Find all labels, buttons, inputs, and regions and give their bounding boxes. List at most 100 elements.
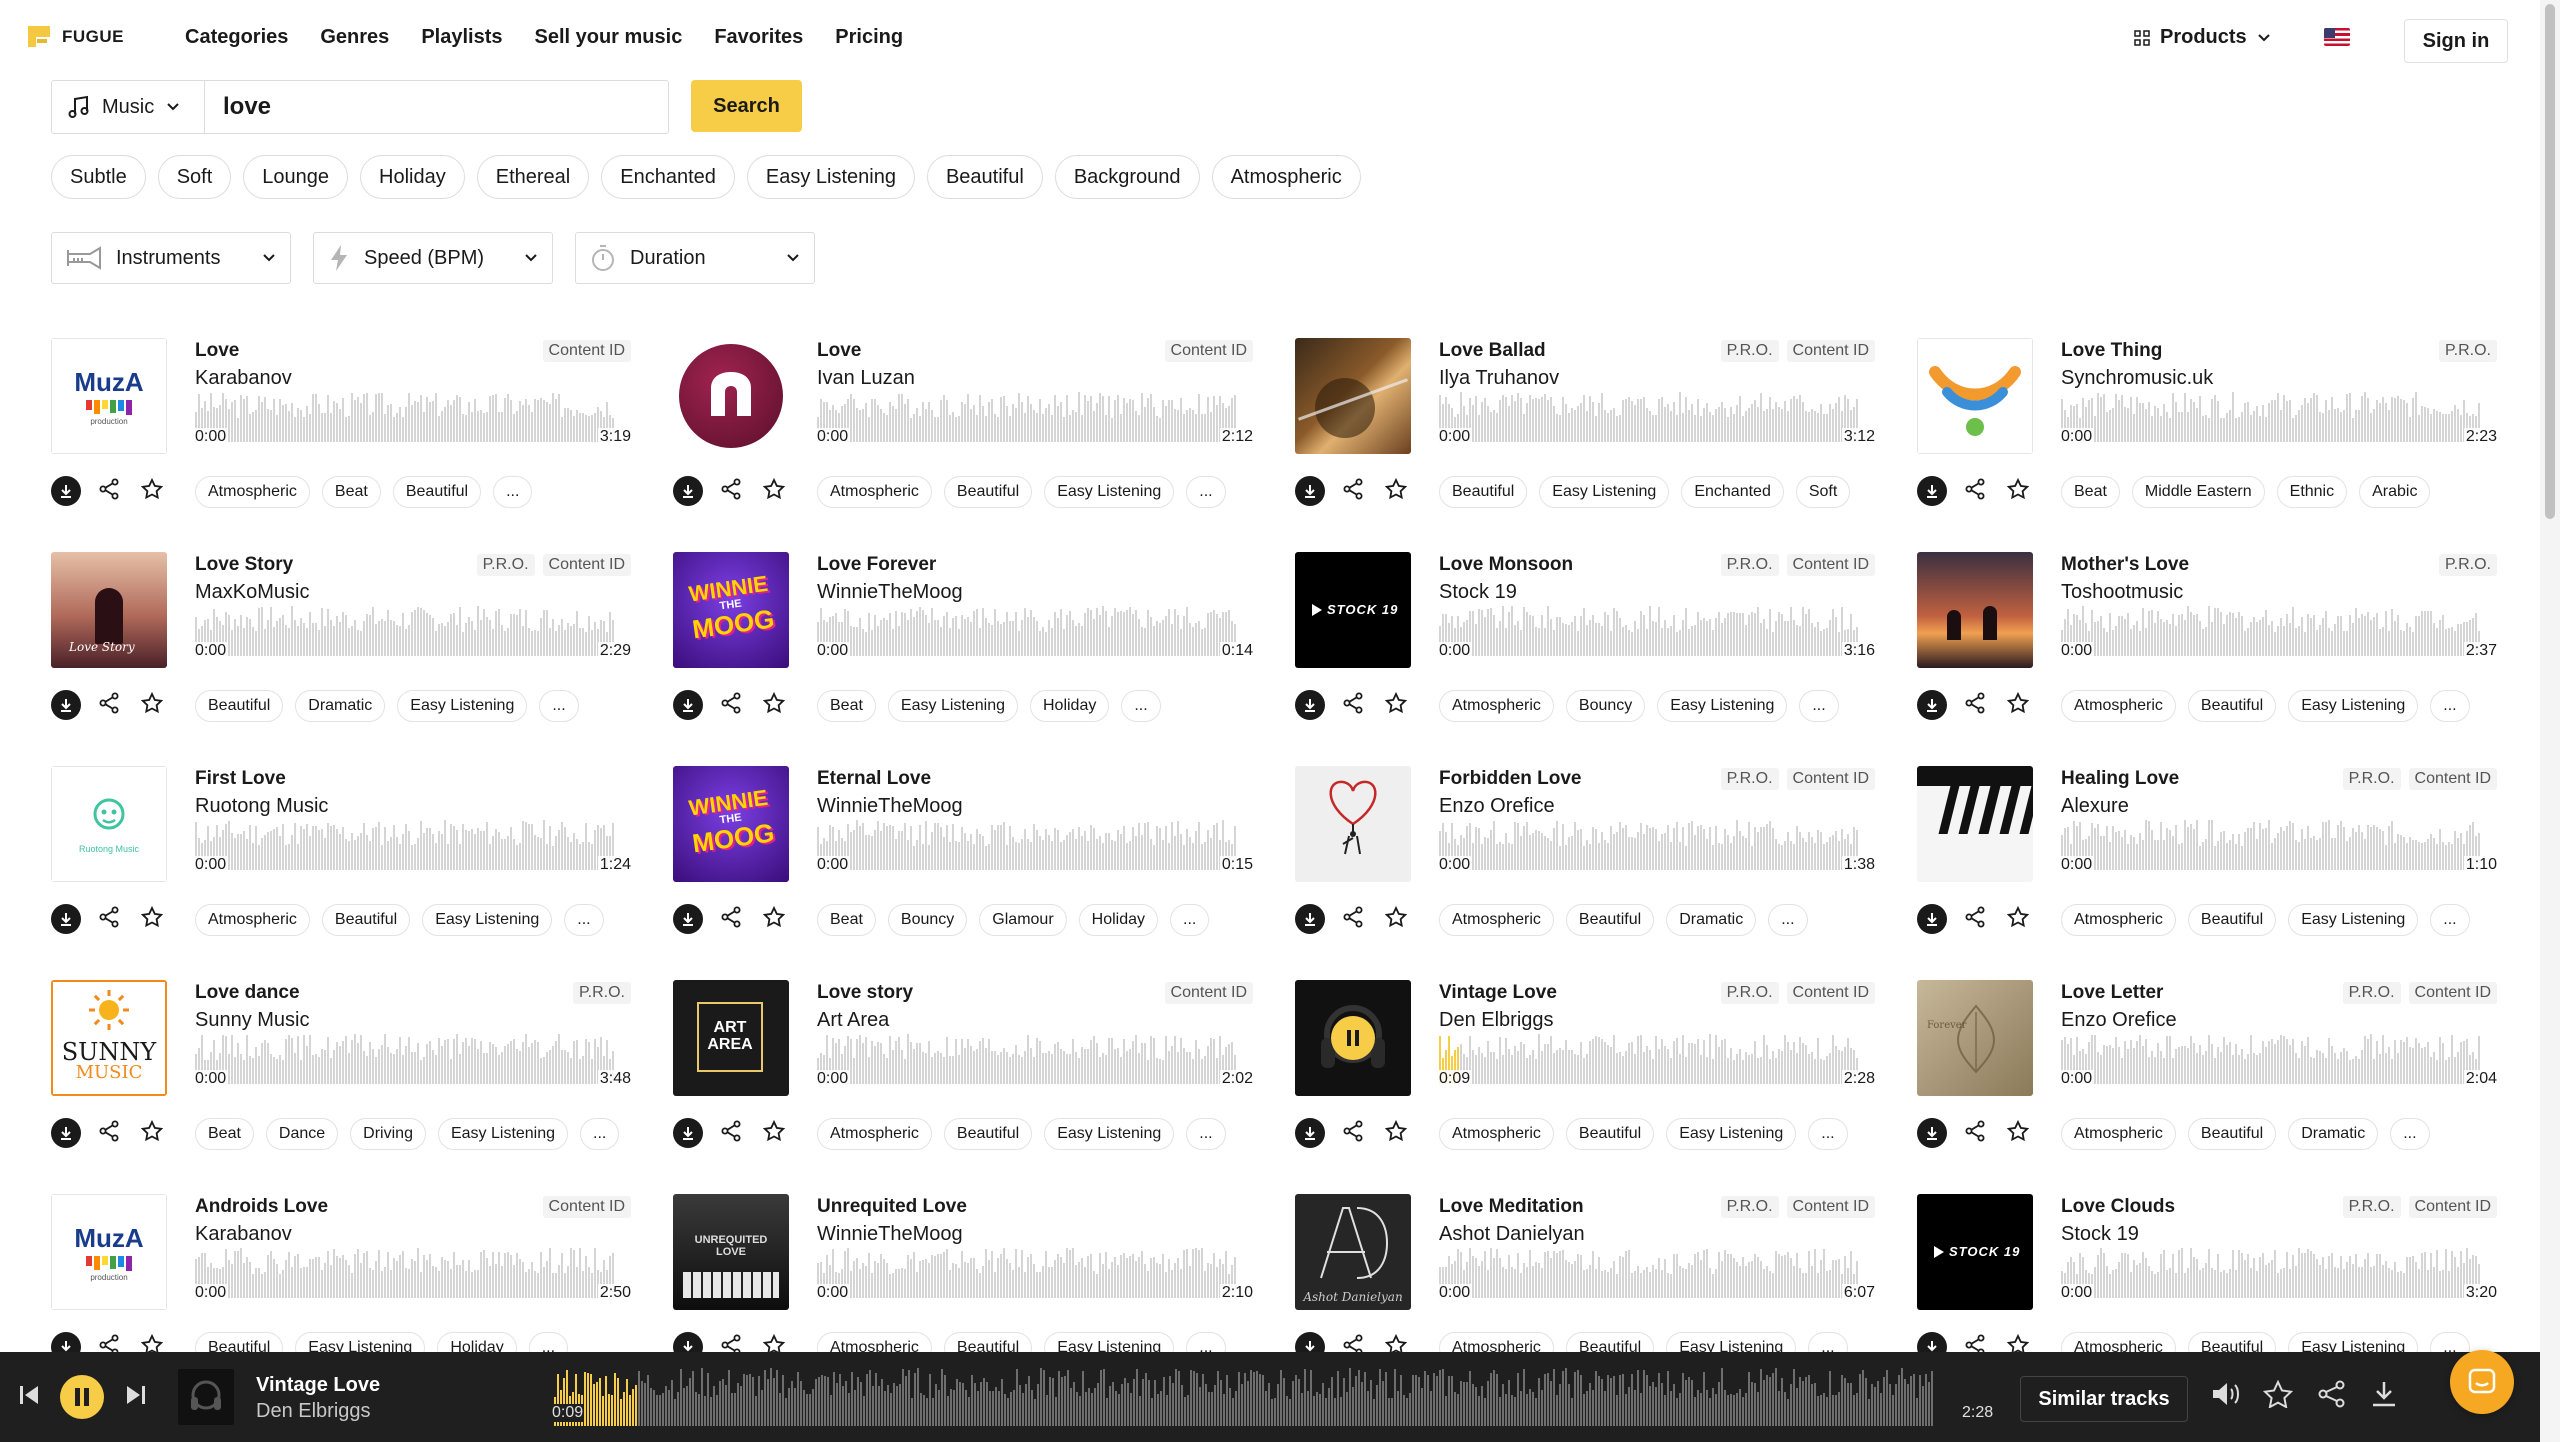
track-tag[interactable]: Beautiful <box>2187 690 2277 722</box>
favorite-button[interactable] <box>759 1332 789 1352</box>
track-title[interactable]: Love dance <box>195 982 300 1004</box>
track-tag[interactable]: Easy Listening <box>1044 1118 1175 1150</box>
more-tags-button[interactable]: ... <box>2430 904 2470 936</box>
track-tag[interactable]: Beautiful <box>943 1118 1033 1150</box>
track-tag[interactable]: Beautiful <box>2187 1332 2277 1352</box>
download-button[interactable] <box>1295 1118 1325 1148</box>
track-tag[interactable]: Easy Listening <box>295 1332 426 1352</box>
track-tag[interactable]: Beat <box>817 904 876 936</box>
track-tag[interactable]: Easy Listening <box>437 1118 569 1150</box>
share-button[interactable] <box>94 476 124 506</box>
track-title[interactable]: Love Ballad <box>1439 340 1546 362</box>
track-cover[interactable]: Forever <box>1917 980 2033 1096</box>
share-button[interactable] <box>1960 690 1990 720</box>
track-title[interactable]: Vintage Love <box>1439 982 1557 1004</box>
download-button[interactable] <box>1295 904 1325 934</box>
track-artist[interactable]: Synchromusic.uk <box>2061 367 2213 390</box>
download-button[interactable] <box>673 1332 703 1352</box>
track-tag[interactable]: Easy Listening <box>397 690 528 722</box>
track-tag[interactable]: Easy Listening <box>1666 1118 1797 1150</box>
track-waveform[interactable] <box>2061 820 2491 870</box>
download-button[interactable] <box>1917 690 1947 720</box>
track-artist[interactable]: Enzo Orefice <box>1439 795 1555 818</box>
more-tags-button[interactable]: ... <box>1186 1332 1226 1352</box>
favorite-button[interactable] <box>2003 476 2033 506</box>
pause-icon[interactable] <box>1331 1016 1375 1060</box>
track-artist[interactable]: Karabanov <box>195 1223 292 1246</box>
favorite-button[interactable] <box>759 1118 789 1148</box>
more-tags-button[interactable]: ... <box>2430 690 2470 722</box>
track-tag[interactable]: Beautiful <box>321 904 411 936</box>
share-button[interactable] <box>1338 1118 1368 1148</box>
track-tag[interactable]: Easy Listening <box>2288 904 2419 936</box>
track-artist[interactable]: WinnieTheMoog <box>817 795 963 818</box>
track-artist[interactable]: Ivan Luzan <box>817 367 915 390</box>
share-button[interactable] <box>716 690 746 720</box>
track-tag[interactable]: Holiday <box>437 1332 517 1352</box>
track-tag[interactable]: Dance <box>265 1118 339 1150</box>
more-tags-button[interactable]: ... <box>2390 1118 2430 1150</box>
track-waveform[interactable] <box>1439 820 1869 870</box>
more-tags-button[interactable]: ... <box>1768 904 1808 936</box>
track-tag[interactable]: Ethnic <box>2276 476 2348 508</box>
favorite-button[interactable] <box>137 904 167 934</box>
track-tag[interactable]: Beat <box>321 476 381 508</box>
favorite-button[interactable] <box>759 690 789 720</box>
more-tags-button[interactable]: ... <box>1170 904 1210 936</box>
track-title[interactable]: Love Clouds <box>2061 1196 2175 1218</box>
download-button[interactable] <box>51 904 81 934</box>
track-tag[interactable]: Glamour <box>979 904 1067 936</box>
track-waveform[interactable] <box>817 1248 1247 1298</box>
download-button[interactable] <box>673 476 703 506</box>
share-button[interactable] <box>94 904 124 934</box>
track-cover[interactable]: WINNIE THE MOOG <box>673 766 789 882</box>
track-tag[interactable]: Beautiful <box>1565 1118 1655 1150</box>
track-waveform[interactable] <box>1439 606 1869 656</box>
track-tag[interactable]: Easy Listening <box>1044 1332 1175 1352</box>
favorite-button[interactable] <box>1381 1332 1411 1352</box>
track-artist[interactable]: Alexure <box>2061 795 2129 818</box>
track-tag[interactable]: Holiday <box>1078 904 1159 936</box>
download-button[interactable] <box>51 1332 81 1352</box>
track-tag[interactable]: Easy Listening <box>1657 690 1788 722</box>
share-button[interactable] <box>1960 904 1990 934</box>
track-tag[interactable]: Atmospheric <box>1439 904 1554 936</box>
track-cover[interactable] <box>673 338 789 454</box>
track-cover[interactable]: Ruotong Music <box>51 766 167 882</box>
track-tag[interactable]: Beautiful <box>943 476 1033 508</box>
more-tags-button[interactable]: ... <box>493 476 533 508</box>
track-tag[interactable]: Atmospheric <box>2061 1332 2176 1352</box>
share-button[interactable] <box>716 1118 746 1148</box>
track-tag[interactable]: Arabic <box>2359 476 2431 508</box>
download-button[interactable] <box>51 690 81 720</box>
track-tag[interactable]: Easy Listening <box>1666 1332 1797 1352</box>
share-button[interactable] <box>94 1118 124 1148</box>
track-artist[interactable]: WinnieTheMoog <box>817 1223 963 1246</box>
favorite-button[interactable] <box>1381 690 1411 720</box>
track-tag[interactable]: Easy Listening <box>422 904 553 936</box>
favorite-button[interactable] <box>2003 1118 2033 1148</box>
track-tag[interactable]: Atmospheric <box>817 1118 932 1150</box>
favorite-button[interactable] <box>2003 690 2033 720</box>
track-tag[interactable]: Atmospheric <box>2061 690 2176 722</box>
track-title[interactable]: Forbidden Love <box>1439 768 1582 790</box>
track-artist[interactable]: Art Area <box>817 1009 889 1032</box>
download-button[interactable] <box>1917 904 1947 934</box>
track-tag[interactable]: Middle Eastern <box>2131 476 2265 508</box>
track-waveform[interactable] <box>1439 1034 1869 1084</box>
share-button[interactable] <box>716 904 746 934</box>
track-tag[interactable]: Atmospheric <box>2061 904 2176 936</box>
more-tags-button[interactable]: ... <box>1121 690 1161 722</box>
track-cover[interactable]: MuzA production <box>51 1194 167 1310</box>
track-tag[interactable]: Beautiful <box>195 1332 284 1352</box>
track-waveform[interactable] <box>1439 392 1869 442</box>
track-cover[interactable] <box>1917 552 2033 668</box>
download-button[interactable] <box>1295 476 1325 506</box>
download-button[interactable] <box>1295 690 1325 720</box>
track-title[interactable]: Healing Love <box>2061 768 2179 790</box>
track-waveform[interactable] <box>2061 1248 2491 1298</box>
track-artist[interactable]: Ashot Danielyan <box>1439 1223 1585 1246</box>
favorite-button[interactable] <box>137 1332 167 1352</box>
track-cover[interactable]: Love Story <box>51 552 167 668</box>
track-tag[interactable]: Easy Listening <box>1044 476 1175 508</box>
